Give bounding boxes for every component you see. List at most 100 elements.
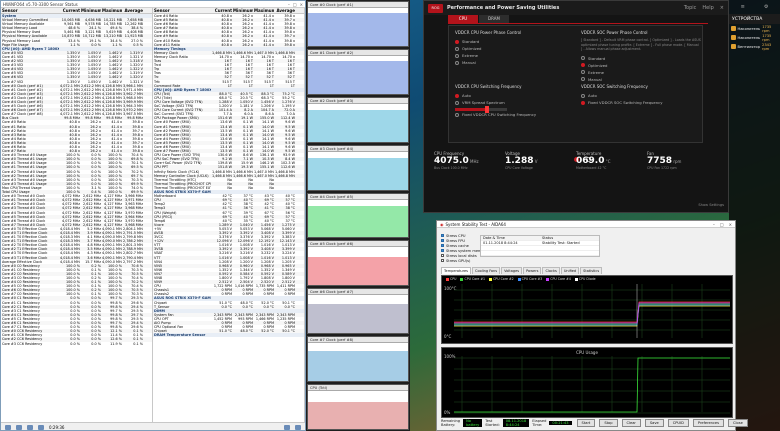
cpu-freq-radio[interactable] [455, 93, 459, 98]
stress-checkbox[interactable] [441, 234, 444, 237]
col-current[interactable]: Current [59, 8, 80, 13]
sensor-graph[interactable]: Core #3 Clock (perf #4) [307, 144, 409, 191]
soc-freq-radio[interactable] [581, 93, 585, 98]
settings-hint[interactable]: Show Settings [698, 203, 724, 207]
cpu-freq-option[interactable]: VRM Spread Spectrum [455, 99, 575, 106]
device-item[interactable]: Накопитель 1735 rpm [729, 33, 780, 42]
cpu-phase-option[interactable]: Standard [455, 38, 575, 45]
button-close[interactable]: Close [728, 419, 748, 427]
sensor-list-left[interactable]: System Virtual Memory Committed 10,063 MB 4… [1, 14, 152, 346]
col-maximum[interactable]: Maximum [101, 8, 122, 13]
sensor-graph[interactable]: Core #6 Clock (perf #7) [307, 288, 409, 335]
minimize-icon[interactable]: – [713, 222, 715, 227]
monitor-gauge[interactable]: Temperature 069.0 °C Motherboard 42 °C [576, 151, 642, 203]
cpu-phase-radio[interactable] [455, 60, 459, 65]
stress-checkbox[interactable] [441, 259, 444, 262]
sensor-graph[interactable]: Core #5 Clock (perf #6) [307, 240, 409, 287]
graph-tab[interactable]: Voltages [501, 267, 523, 274]
graph-tab[interactable]: Powers [523, 267, 542, 274]
stress-checkbox[interactable] [441, 239, 444, 242]
monitor-gauge[interactable]: CPU Frequency 4075.0 MHz Bus Clock 100.0 M… [434, 151, 500, 203]
col-average[interactable]: Average [274, 8, 295, 13]
soc-phase-option[interactable]: Optimized [581, 62, 701, 69]
reset-icon[interactable] [284, 424, 290, 430]
col-average[interactable]: Average [122, 8, 143, 13]
sensor-list-right[interactable]: Core #4 Ratio 40.8 x 26.2 x 41.4 x 39.8 x Cor… [153, 14, 304, 338]
stress-option[interactable]: Stress GPU(s) [441, 258, 487, 263]
graph-tab[interactable]: Unified [560, 267, 580, 274]
graph-tab[interactable]: Clocks [542, 267, 560, 274]
nav-back-icon[interactable] [5, 424, 11, 430]
gear-icon[interactable]: ⚙ [764, 4, 768, 10]
col-sensor[interactable]: Sensor [1, 8, 59, 13]
tab-dram[interactable]: DRAM [479, 15, 509, 23]
stress-checkbox[interactable] [441, 244, 444, 247]
soc-freq-option[interactable]: Auto [581, 92, 701, 99]
minimize-icon[interactable]: – [288, 2, 290, 7]
cpu-phase-radio[interactable] [455, 39, 459, 44]
col-current[interactable]: Current [211, 8, 232, 13]
settings-icon[interactable] [38, 424, 44, 430]
button-preferences[interactable]: Preferences [692, 419, 725, 427]
cpu-phase-radio[interactable] [455, 53, 459, 58]
soc-freq-option[interactable]: Fixed VDDCR SOC Switching Frequency [581, 99, 701, 106]
close-icon[interactable]: × [300, 2, 303, 7]
soc-phase-radio[interactable] [581, 56, 585, 60]
sensor-graph[interactable]: Core #2 Clock (perf #3) [307, 96, 409, 143]
graph-tab[interactable]: Statistics [580, 267, 603, 274]
exit-icon[interactable] [295, 424, 301, 430]
sensor-graph[interactable]: CPU (Tctl) [307, 384, 409, 430]
soc-phase-option[interactable]: Manual [581, 76, 701, 83]
log-icon[interactable] [27, 424, 33, 430]
soc-freq-label: Fixed VDDCR SOC Switching Frequency [588, 100, 663, 105]
cpu-phase-option[interactable]: Optimized [455, 45, 575, 52]
maximize-icon[interactable]: □ [720, 222, 724, 227]
monitor-gauge[interactable]: Voltage 1.288 V CPU Core Voltage [505, 151, 571, 203]
cpu-freq-slider[interactable] [455, 106, 507, 113]
soc-freq-radio[interactable] [581, 100, 585, 105]
sensor-graph[interactable]: Core #0 Clock (perf #1) [307, 1, 409, 47]
button-start[interactable]: Start [576, 419, 596, 427]
fixed-cpu-freq-option[interactable]: Fixed VDDCR CPU Switching Frequency [455, 111, 575, 118]
cpu-phase-radio[interactable] [455, 46, 459, 51]
device-item[interactable]: Накопитель 1735 rpm [729, 24, 780, 33]
menu-icon[interactable]: ≡ [741, 4, 745, 10]
stress-checkbox[interactable] [441, 254, 444, 257]
cpu-freq-option[interactable]: Auto [455, 92, 575, 99]
maximize-icon[interactable]: □ [293, 2, 297, 7]
tab-cpu[interactable]: CPU [448, 15, 478, 23]
col-sensor[interactable]: Sensor [153, 8, 211, 13]
graph-tab[interactable]: Temperatures [441, 267, 471, 274]
fixed-cpu-freq-radio[interactable] [455, 112, 459, 117]
sensor-group-header[interactable]: DRAM Temperature Sensor [153, 333, 304, 338]
sensor-graph[interactable]: Core #7 Clock (perf #8) [307, 336, 409, 383]
topic-link[interactable]: Topic [684, 5, 697, 11]
help-link[interactable]: Help [702, 5, 713, 11]
stress-label: Stress FPU [446, 238, 466, 243]
graph-tab[interactable]: Cooling Fans [472, 267, 501, 274]
soc-phase-option[interactable]: Extreme [581, 69, 701, 76]
sensor-row[interactable]: Core #3 CC6 Residency 0.0 % 0.0 % 11.9 % 0.1… [1, 342, 152, 346]
stress-checkbox[interactable] [441, 249, 444, 252]
col-minimum[interactable]: Minimum [232, 8, 253, 13]
button-cpuid[interactable]: CPUID [667, 419, 689, 427]
sensor-graph[interactable]: Core #4 Clock (perf #5) [307, 192, 409, 239]
button-clear[interactable]: Clear [621, 419, 641, 427]
col-minimum[interactable]: Minimum [80, 8, 101, 13]
close-icon[interactable]: × [729, 222, 732, 227]
soc-phase-radio[interactable] [581, 77, 585, 81]
cpu-phase-option[interactable]: Manual [455, 59, 575, 66]
device-item[interactable]: Вентилятор 2343 rpm [729, 42, 780, 51]
soc-phase-option[interactable]: Standard [581, 55, 701, 62]
button-save[interactable]: Save [644, 419, 664, 427]
soc-phase-radio[interactable] [581, 70, 585, 74]
cpu-phase-option[interactable]: Extreme [455, 52, 575, 59]
monitor-gauge[interactable]: Fan 7758 rpm CPU Fan 1722 rpm [647, 151, 713, 203]
col-maximum[interactable]: Maximum [253, 8, 274, 13]
soc-phase-radio[interactable] [581, 63, 585, 67]
cpu-freq-radio[interactable] [455, 100, 459, 105]
nav-forward-icon[interactable] [16, 424, 22, 430]
close-icon[interactable]: × [720, 5, 724, 11]
sensor-graph[interactable]: Core #1 Clock (perf #2) [307, 48, 409, 95]
button-stop[interactable]: Stop [599, 419, 618, 427]
